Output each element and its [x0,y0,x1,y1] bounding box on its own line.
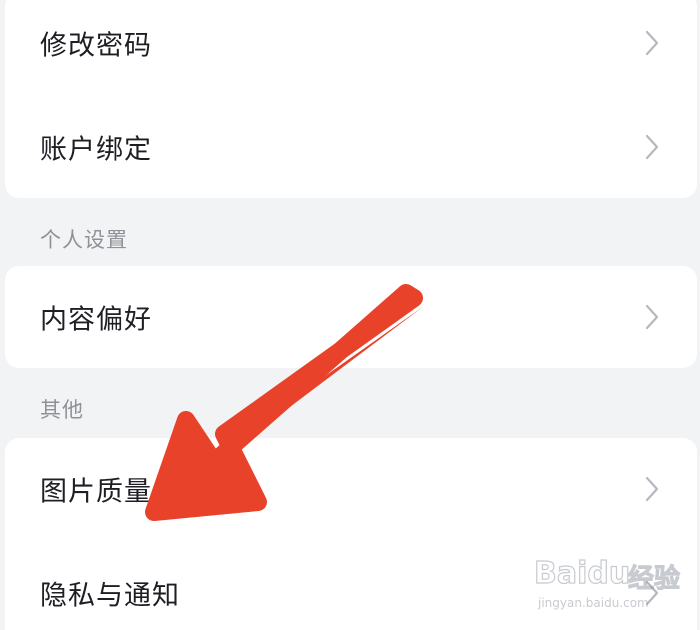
personal-settings-header: 个人设置 [40,228,128,252]
chevron-right-icon [645,476,659,502]
account-binding-row[interactable]: 账户绑定 [5,96,697,198]
other-section-header: 其他 [40,398,84,422]
personal-settings-card: 内容偏好 [5,266,697,368]
watermark-brand-text: Baidu [533,555,631,591]
chevron-right-icon [645,30,659,56]
watermark-sub-text: 经验 [627,564,681,595]
watermark-url-text: jingyan.baidu.com [538,596,649,610]
account-card: 修改密码 账户绑定 [5,0,697,198]
content-preference-label: 内容偏好 [40,304,152,336]
chevron-right-icon [645,134,659,160]
settings-page: 修改密码 账户绑定 个人设置 内容偏好 其他 图片质量 隐私与通知 Baidu … [0,0,700,630]
image-quality-label: 图片质量 [40,476,152,508]
baidu-jingyan-watermark: Baidu 经验 jingyan.baidu.com [533,552,684,614]
privacy-notification-label: 隐私与通知 [40,580,180,612]
chevron-right-icon [645,304,659,330]
image-quality-row[interactable]: 图片质量 [5,438,697,540]
change-password-label: 修改密码 [40,30,152,62]
change-password-row[interactable]: 修改密码 [5,0,697,94]
account-binding-label: 账户绑定 [40,134,152,166]
content-preference-row[interactable]: 内容偏好 [5,266,697,368]
